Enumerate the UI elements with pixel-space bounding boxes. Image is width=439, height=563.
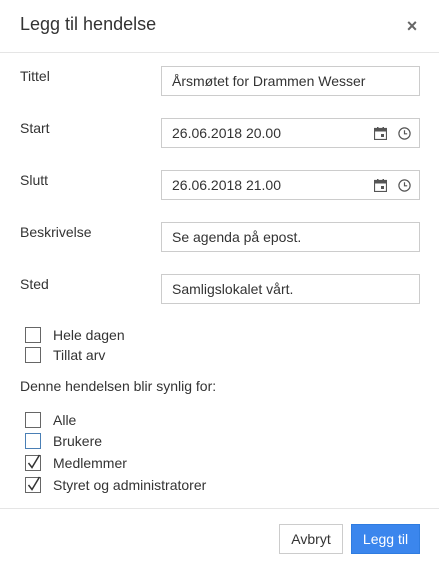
title-label: Tittel	[20, 68, 50, 84]
checkmark-icon	[27, 476, 41, 491]
visibility-users-checkbox[interactable]	[25, 433, 41, 449]
start-input-value: 26.06.2018 20.00	[172, 125, 281, 141]
clock-icon[interactable]	[398, 127, 411, 140]
title-input[interactable]: Årsmøtet for Drammen Wesser	[161, 66, 420, 96]
dialog-header: Legg til hendelse ×	[0, 0, 439, 53]
location-input-value: Samligslokalet vårt.	[172, 281, 294, 297]
description-input-value: Se agenda på epost.	[172, 229, 302, 245]
title-input-value: Årsmøtet for Drammen Wesser	[172, 73, 366, 89]
visibility-heading: Denne hendelsen blir synlig for:	[20, 378, 217, 394]
visibility-all-checkbox[interactable]	[25, 412, 41, 428]
all-day-checkbox[interactable]	[25, 327, 41, 343]
all-day-label: Hele dagen	[53, 327, 125, 343]
visibility-members-label: Medlemmer	[53, 455, 127, 471]
add-button[interactable]: Legg til	[351, 524, 420, 554]
description-input[interactable]: Se agenda på epost.	[161, 222, 420, 252]
visibility-board-admins-label: Styret og administratorer	[53, 477, 207, 493]
start-label: Start	[20, 120, 50, 136]
location-label: Sted	[20, 276, 49, 292]
end-label: Slutt	[20, 172, 49, 188]
visibility-all-label: Alle	[53, 412, 77, 428]
cancel-button[interactable]: Avbryt	[279, 524, 343, 554]
allow-inherit-label: Tillat arv	[53, 347, 106, 363]
allow-inherit-checkbox[interactable]	[25, 347, 41, 363]
close-icon[interactable]: ×	[403, 17, 421, 35]
visibility-users-label: Brukere	[53, 433, 103, 449]
end-datetime-input[interactable]: 26.06.2018 21.00	[161, 170, 420, 200]
visibility-members-checkbox[interactable]	[25, 454, 41, 471]
dialog-title: Legg til hendelse	[20, 14, 157, 34]
dialog-footer: Avbryt Legg til	[0, 508, 439, 563]
calendar-icon[interactable]	[374, 127, 387, 140]
calendar-icon[interactable]	[374, 179, 387, 192]
checkmark-icon	[27, 454, 41, 469]
description-label: Beskrivelse	[20, 224, 92, 240]
clock-icon[interactable]	[398, 179, 411, 192]
add-event-dialog: Legg til hendelse × Tittel Årsmøtet for …	[0, 0, 439, 563]
visibility-board-admins-checkbox[interactable]	[25, 476, 41, 493]
start-datetime-input[interactable]: 26.06.2018 20.00	[161, 118, 420, 148]
end-input-value: 26.06.2018 21.00	[172, 177, 281, 193]
location-input[interactable]: Samligslokalet vårt.	[161, 274, 420, 304]
